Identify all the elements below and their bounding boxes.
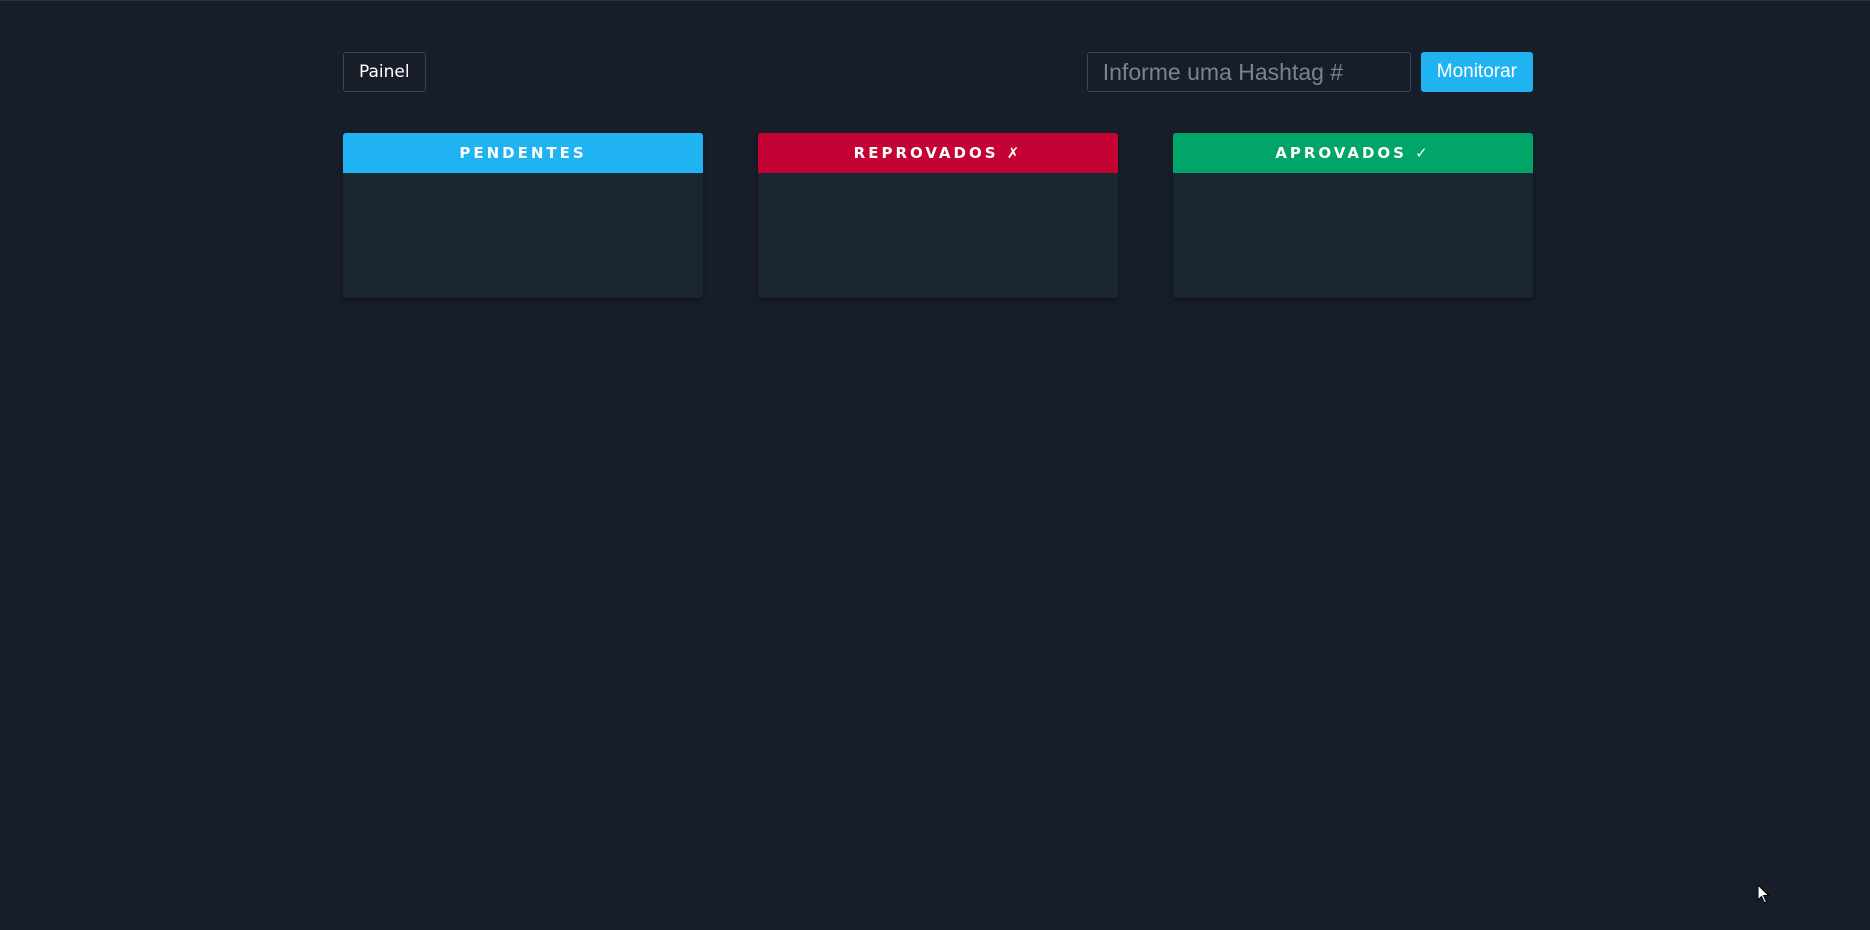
status-columns: PENDENTES REPROVADOS ✗ APROVADOS ✓ [343,133,1533,298]
column-header-pendentes: PENDENTES [343,133,703,173]
column-body-pendentes [343,173,703,298]
column-header-reprovados: REPROVADOS ✗ [758,133,1118,173]
toolbar: Painel Monitorar [343,52,1533,92]
monitor-button[interactable]: Monitorar [1420,52,1533,92]
painel-button[interactable]: Painel [343,52,426,92]
column-body-reprovados [758,173,1118,298]
top-border [0,0,1870,1]
hashtag-search: Monitorar [1086,52,1533,92]
page: Painel Monitorar PENDENTES REPROVADOS ✗ … [0,0,1870,930]
column-pendentes: PENDENTES [343,133,703,298]
column-body-aprovados [1173,173,1533,298]
mouse-cursor-icon [1757,884,1770,904]
column-aprovados: APROVADOS ✓ [1173,133,1533,298]
hashtag-input[interactable] [1086,52,1411,92]
column-reprovados: REPROVADOS ✗ [758,133,1118,298]
column-header-aprovados: APROVADOS ✓ [1173,133,1533,173]
